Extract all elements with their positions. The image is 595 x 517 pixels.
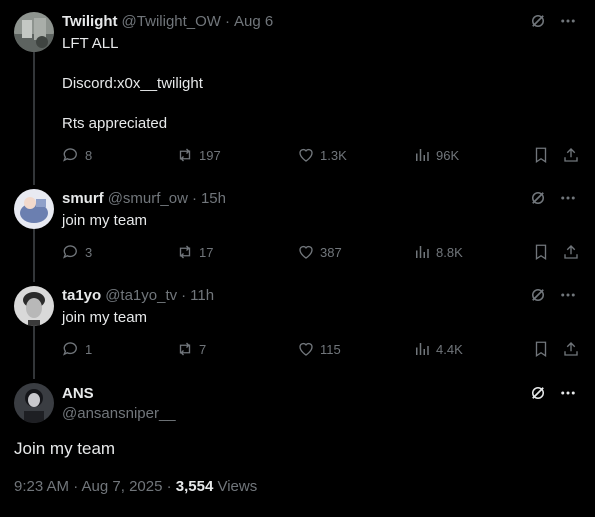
reply-icon: [63, 342, 77, 356]
grok-icon[interactable]: [529, 384, 547, 407]
bookmark-button[interactable]: [532, 243, 550, 261]
reply-count: 3: [85, 244, 93, 260]
post-text-line: join my team: [62, 212, 148, 229]
bookmark-icon: [535, 244, 547, 261]
user-name[interactable]: ANS: [62, 385, 94, 402]
views-icon: [416, 149, 429, 161]
reply-button[interactable]: 1: [62, 340, 92, 358]
repost-icon: [179, 342, 191, 356]
main-post-text: Join my team: [14, 439, 116, 458]
views-count: 96K: [436, 147, 460, 163]
view-count: 3,554: [175, 478, 214, 495]
repost-icon: [179, 148, 191, 162]
separator: ·: [181, 286, 187, 304]
repost-button[interactable]: 7: [176, 340, 206, 358]
post-text-line: Discord:x0x__twilight: [62, 75, 203, 92]
bookmark-icon: [535, 341, 547, 358]
views-label: Views: [213, 478, 258, 495]
views-icon: [416, 246, 429, 258]
user-handle[interactable]: @Twilight_OW: [122, 13, 221, 30]
views-button[interactable]: 4.4K: [413, 340, 463, 358]
main-post-handle-row: @ansansniper__: [62, 403, 176, 423]
user-handle[interactable]: @smurf_ow: [108, 190, 188, 207]
user-name[interactable]: smurf: [62, 190, 104, 207]
reply-button[interactable]: 3: [62, 243, 92, 261]
repost-icon: [179, 245, 191, 259]
like-button[interactable]: 115: [297, 340, 341, 358]
tweet-header: ta1yo @ta1yo_tv · 11h: [62, 285, 214, 305]
post-top-icons: [529, 384, 577, 407]
reply-count: 8: [85, 147, 93, 163]
post-top-icons: [529, 286, 577, 309]
action-bar: 8 197 1.3K 96K: [62, 146, 580, 166]
grok-icon[interactable]: [529, 286, 547, 309]
views-count: 4.4K: [436, 341, 463, 357]
views-button[interactable]: 96K: [413, 146, 459, 164]
share-button[interactable]: [562, 243, 580, 261]
like-icon: [299, 342, 313, 356]
repost-button[interactable]: 17: [176, 243, 213, 261]
tweet-header: smurf @smurf_ow · 15h: [62, 188, 226, 208]
avatar[interactable]: [14, 189, 54, 229]
post-text-line: join my team: [62, 309, 148, 326]
thread-line: [33, 229, 35, 282]
like-count: 115: [320, 341, 341, 357]
post-text-line: Rts appreciated: [62, 115, 168, 132]
main-post-name-row: ANS: [62, 383, 94, 403]
post-time[interactable]: 11h: [190, 287, 214, 304]
repost-count: 7: [199, 341, 207, 357]
share-icon: [564, 342, 578, 356]
user-name[interactable]: Twilight: [62, 13, 118, 30]
views-count: 8.8K: [436, 244, 463, 260]
views-button[interactable]: 8.8K: [413, 243, 463, 261]
post-time[interactable]: Aug 6: [234, 13, 273, 30]
post-top-icons: [529, 189, 577, 212]
repost-button[interactable]: 197: [176, 146, 221, 164]
more-icon[interactable]: [559, 12, 577, 35]
user-handle[interactable]: @ta1yo_tv: [105, 287, 177, 304]
share-icon: [564, 245, 578, 259]
bookmark-icon: [535, 147, 547, 164]
reply-icon: [63, 148, 77, 162]
action-bar: 1 7 115 4.4K: [62, 340, 580, 360]
like-icon: [299, 245, 313, 259]
more-icon[interactable]: [559, 189, 577, 212]
reply-count: 1: [85, 341, 93, 357]
avatar[interactable]: [14, 383, 54, 423]
thread-line: [33, 52, 35, 185]
avatar[interactable]: [14, 286, 54, 326]
reply-icon: [63, 245, 77, 259]
avatar[interactable]: [14, 12, 54, 52]
grok-icon[interactable]: [529, 12, 547, 35]
post-text-line: LFT ALL: [62, 35, 119, 52]
bookmark-button[interactable]: [532, 146, 550, 164]
grok-icon[interactable]: [529, 189, 547, 212]
post-time[interactable]: 15h: [201, 190, 226, 207]
tweet-header: Twilight @Twilight_OW · Aug 6: [62, 11, 273, 31]
post-timestamp[interactable]: 9:23 AM · Aug 7, 2025 ·: [14, 478, 176, 495]
like-button[interactable]: 387: [297, 243, 342, 261]
like-count: 387: [320, 244, 342, 260]
like-icon: [299, 148, 313, 162]
views-icon: [416, 343, 429, 355]
like-button[interactable]: 1.3K: [297, 146, 347, 164]
share-button[interactable]: [562, 146, 580, 164]
repost-count: 197: [199, 147, 221, 163]
bookmark-button[interactable]: [532, 340, 550, 358]
more-icon[interactable]: [559, 384, 577, 407]
more-icon[interactable]: [559, 286, 577, 309]
repost-count: 17: [199, 244, 214, 260]
user-handle[interactable]: @ansansniper__: [62, 405, 176, 422]
share-icon: [564, 148, 578, 162]
separator: ·: [224, 12, 230, 30]
post-top-icons: [529, 12, 577, 35]
thread-line: [33, 326, 35, 379]
post-meta: 9:23 AM · Aug 7, 2025 · 3,554 Views: [14, 478, 257, 495]
separator: ·: [191, 189, 197, 207]
like-count: 1.3K: [320, 147, 347, 163]
user-name[interactable]: ta1yo: [62, 287, 101, 304]
action-bar: 3 17 387 8.8K: [62, 243, 580, 263]
reply-button[interactable]: 8: [62, 146, 92, 164]
share-button[interactable]: [562, 340, 580, 358]
